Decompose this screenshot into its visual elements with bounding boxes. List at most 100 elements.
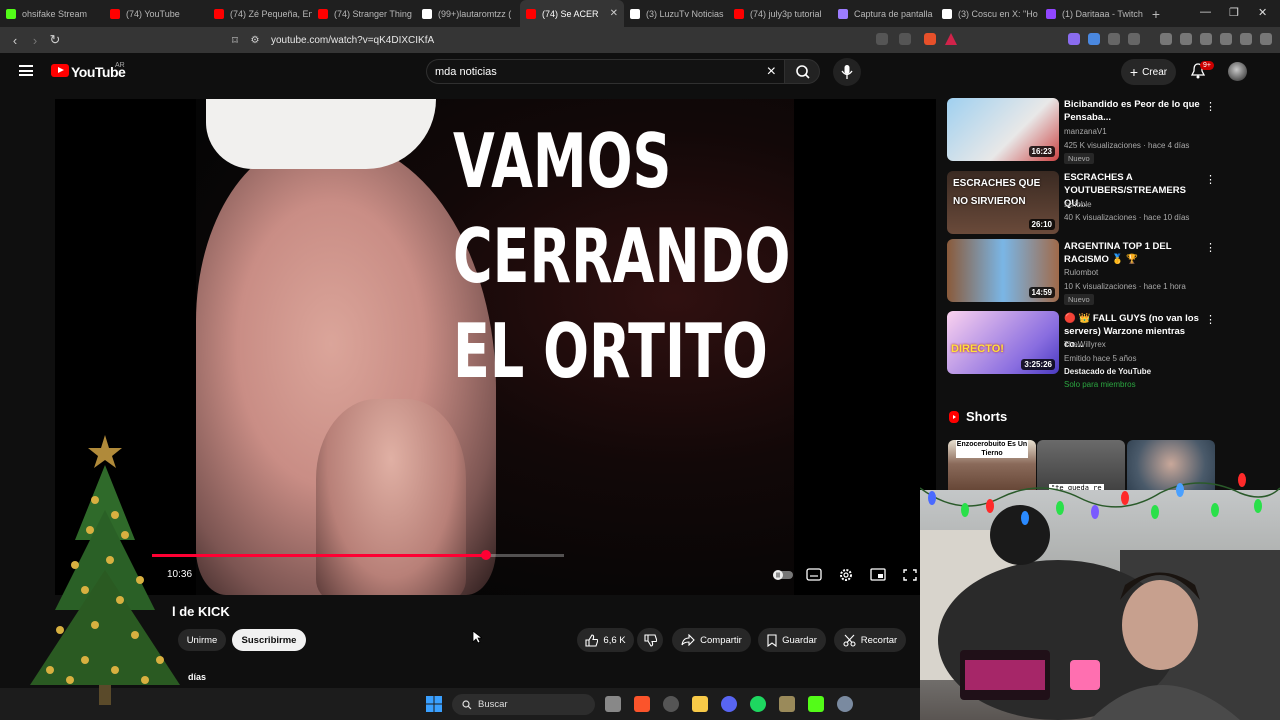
tab-favicon-icon [526, 8, 536, 19]
scrubber-handle[interactable] [480, 550, 491, 560]
clear-search-icon[interactable]: × [767, 63, 776, 81]
browser-menu-icon[interactable] [1260, 33, 1272, 45]
browser-tab[interactable]: (74) july3p tutorial [728, 0, 832, 27]
search-button[interactable] [784, 59, 820, 84]
app-icon[interactable] [779, 696, 795, 712]
hamburger-menu-icon[interactable] [19, 65, 33, 76]
obs-icon[interactable] [663, 696, 679, 712]
site-info-icon[interactable]: ⚙ [245, 35, 265, 46]
taskbar-search[interactable]: Buscar [452, 694, 595, 715]
vpn-icon[interactable] [1240, 33, 1252, 45]
channel-name[interactable]: manzanaV1 [1064, 127, 1107, 136]
kick-icon[interactable] [808, 696, 824, 712]
wallet-icon[interactable] [1200, 33, 1212, 45]
share-button[interactable]: Compartir [672, 628, 751, 652]
dislike-button[interactable] [637, 628, 663, 652]
settings-icon[interactable] [837, 696, 853, 712]
thumbs-down-icon [643, 633, 657, 647]
extension-icon[interactable] [1088, 33, 1100, 45]
maximize-icon[interactable]: ❐ [1229, 6, 1239, 19]
url-field[interactable]: youtube.com/watch?v=qK4DIXCIKfA [271, 35, 434, 46]
recommendation-item[interactable]: 14:59 ARGENTINA TOP 1 DEL RACISMO 🥇 🏆 Ru… [947, 239, 1217, 305]
discord-icon[interactable] [721, 696, 737, 712]
channel-name[interactable]: Rulombot [1064, 268, 1098, 277]
recommendation-title[interactable]: Bicibandido es Peor de lo que Pensaba... [1064, 98, 1204, 124]
channel-name[interactable]: TheWillyrex [1064, 340, 1106, 349]
youtube-logo-icon[interactable] [51, 64, 69, 77]
plus-icon: + [1129, 64, 1139, 80]
forward-icon[interactable]: › [25, 33, 45, 48]
recommendation-item[interactable]: DIRECTO! 3:25:26 🔴 👑 FALL GUYS (no van l… [947, 311, 1217, 391]
windows-start-icon[interactable] [426, 696, 442, 712]
search-input[interactable]: mda noticias [435, 66, 497, 78]
close-tab-icon[interactable]: ✕ [610, 8, 618, 19]
more-options-icon[interactable]: ⋮ [1205, 173, 1216, 186]
extension-icon[interactable] [1068, 33, 1080, 45]
tab-favicon-icon [630, 8, 640, 19]
browser-tab[interactable]: Captura de pantalla [832, 0, 936, 27]
more-options-icon[interactable]: ⋮ [1205, 100, 1216, 113]
recommendation-title[interactable]: ARGENTINA TOP 1 DEL RACISMO 🥇 🏆 [1064, 240, 1204, 266]
browser-tab[interactable]: (74) YouTube [104, 0, 208, 27]
recommendation-thumbnail[interactable]: 14:59 [947, 239, 1059, 302]
browser-tab[interactable]: (74) Zé Pequeña, En [208, 0, 312, 27]
search-icon [462, 699, 472, 709]
tab-label: ohsifake Stream [22, 8, 88, 19]
tab-favicon-icon [422, 8, 432, 19]
thumbs-up-icon [585, 633, 599, 647]
browser-tab[interactable]: (1) Daritaaa - Twitch [1040, 0, 1144, 27]
duration-badge: 3:25:26 [1021, 359, 1055, 370]
shorts-section-heading: Shorts [948, 409, 1007, 424]
recommendation-thumbnail[interactable]: 16:23 [947, 98, 1059, 161]
recommendation-item[interactable]: ESCRACHES QUE NO SIRVIERON 26:10 ESCRACH… [947, 171, 1217, 236]
browser-tab[interactable]: (74) Stranger Thing [312, 0, 416, 27]
search-box[interactable]: mda noticias × [426, 59, 784, 84]
view-meta: 425 K visualizaciones · hace 4 días [1064, 141, 1190, 150]
share-icon[interactable] [899, 33, 911, 45]
save-button[interactable]: Guardar [758, 628, 826, 652]
like-button[interactable]: 6,6 K [577, 628, 634, 652]
task-view-icon[interactable] [605, 696, 621, 712]
file-explorer-icon[interactable] [692, 696, 708, 712]
brave-browser-icon[interactable] [634, 696, 650, 712]
create-button[interactable]: + Crear [1121, 59, 1176, 85]
tab-label: (74) YouTube [126, 8, 180, 19]
channel-name[interactable]: scribble [1064, 200, 1092, 209]
extension-icon[interactable] [1128, 33, 1140, 45]
cast-icon[interactable] [876, 33, 888, 45]
fullscreen-icon[interactable] [902, 568, 918, 581]
autoplay-toggle[interactable] [772, 568, 793, 581]
back-icon[interactable]: ‹ [5, 33, 25, 48]
leo-icon[interactable] [1220, 33, 1232, 45]
sidebar-icon[interactable] [1180, 33, 1192, 45]
account-avatar[interactable] [1228, 62, 1247, 81]
media-icon[interactable] [1160, 33, 1172, 45]
brave-shield-icon[interactable] [924, 33, 936, 45]
browser-tab[interactable]: ohsifake Stream [0, 0, 104, 27]
more-options-icon[interactable]: ⋮ [1205, 313, 1216, 326]
minimize-icon[interactable]: — [1200, 6, 1211, 18]
members-only-label: Solo para miembros [1064, 380, 1136, 389]
new-tab-button[interactable]: + [1144, 6, 1168, 22]
settings-gear-icon[interactable] [838, 568, 854, 581]
browser-tab[interactable]: (74) Se ACER ✕ [520, 0, 624, 27]
bookmark-icon[interactable]: ⌑ [225, 34, 245, 47]
subscribe-button[interactable]: Suscribirme [232, 629, 306, 651]
clip-button[interactable]: Recortar [834, 628, 906, 652]
progress-bar[interactable] [152, 550, 564, 560]
browser-tab[interactable]: (99+)lautaromtzz ( [416, 0, 520, 27]
spotify-icon[interactable] [750, 696, 766, 712]
recommendation-thumbnail[interactable]: ESCRACHES QUE NO SIRVIERON 26:10 [947, 171, 1059, 234]
browser-tab[interactable]: (3) LuzuTv Noticias [624, 0, 728, 27]
recommendation-item[interactable]: 16:23 Bicibandido es Peor de lo que Pens… [947, 98, 1217, 164]
extension-icon[interactable] [1108, 33, 1120, 45]
browser-tab[interactable]: (3) Coscu en X: "Ho [936, 0, 1040, 27]
reload-icon[interactable]: ↻ [45, 32, 65, 48]
voice-search-button[interactable] [833, 58, 861, 86]
notification-count-badge: 9+ [1200, 61, 1214, 70]
close-window-icon[interactable]: ✕ [1258, 6, 1267, 19]
more-options-icon[interactable]: ⋮ [1205, 241, 1216, 254]
miniplayer-icon[interactable] [870, 568, 886, 581]
recommendation-thumbnail[interactable]: DIRECTO! 3:25:26 [947, 311, 1059, 374]
subtitles-icon[interactable] [806, 568, 822, 581]
